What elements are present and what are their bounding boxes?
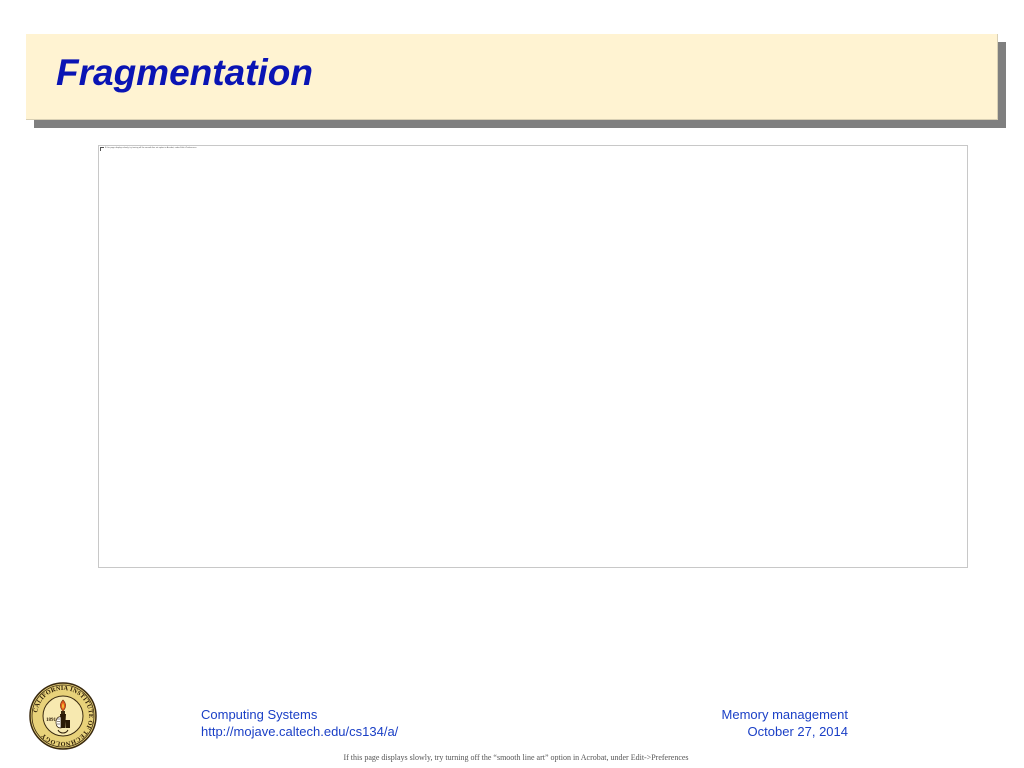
figure-corner-icon (100, 147, 104, 151)
lecture-date: October 27, 2014 (747, 724, 848, 739)
footer-note: If this page displays slowly, try turnin… (343, 753, 689, 762)
svg-text:1891: 1891 (46, 718, 57, 723)
page-title: Fragmentation (56, 52, 313, 93)
footer-right: Memory management October 27, 2014 (722, 706, 848, 740)
section-topic: Memory management (721, 707, 848, 722)
footer-left: Computing Systems http://mojave.caltech.… (201, 706, 398, 740)
caltech-seal-icon: CALIFORNIA INSTITUTE OF TECHNOLOGY 1891 (29, 682, 97, 750)
title-banner: Fragmentation (26, 34, 998, 120)
figure-placeholder: If this page displays slowly, try turnin… (98, 145, 968, 568)
course-name: Computing Systems (201, 707, 318, 722)
figure-caption: If this page displays slowly, try turnin… (105, 147, 197, 149)
course-url[interactable]: http://mojave.caltech.edu/cs134/a/ (201, 723, 398, 740)
